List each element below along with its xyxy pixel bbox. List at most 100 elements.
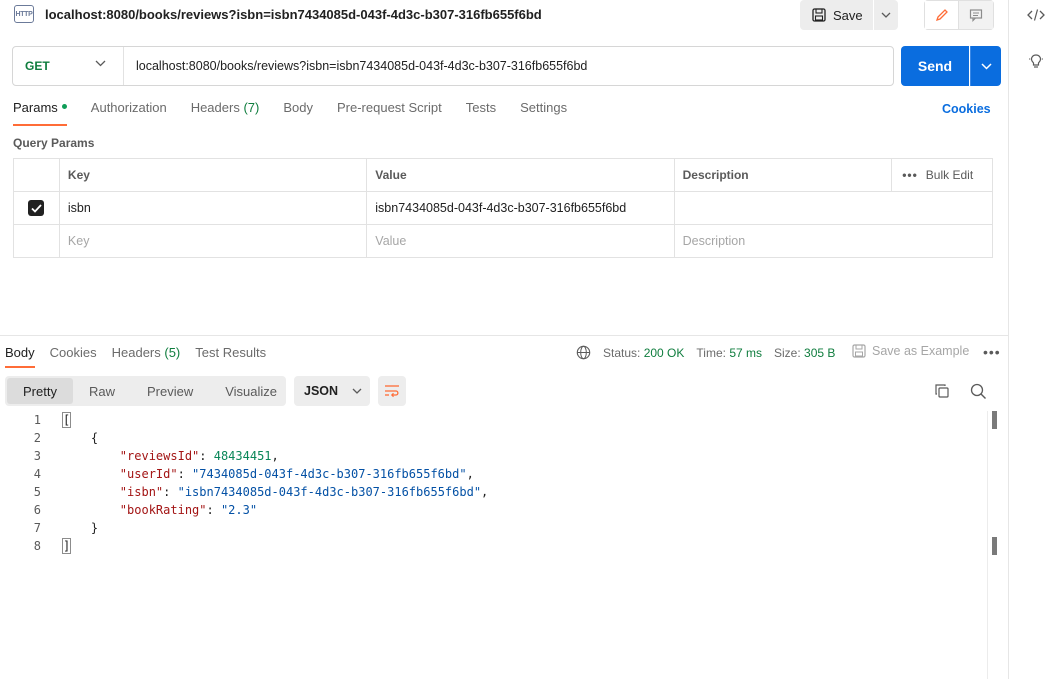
param-value-cell[interactable]: isbn7434085d-043f-4d3c-b307-316fb655f6bd xyxy=(367,192,675,224)
view-raw-button[interactable]: Raw xyxy=(73,378,131,404)
editor-gutter-divider xyxy=(987,411,988,679)
response-tab-cookies[interactable]: Cookies xyxy=(50,345,97,368)
time-indicator[interactable]: Time: 57 ms xyxy=(696,346,762,360)
chevron-down-icon xyxy=(352,388,362,394)
param-enabled-checkbox[interactable] xyxy=(14,192,60,224)
url-input[interactable]: localhost:8080/books/reviews?isbn=isbn74… xyxy=(124,59,587,73)
column-header-key: Key xyxy=(60,159,368,191)
more-options-icon[interactable]: ••• xyxy=(983,344,1001,360)
response-tab-test-results[interactable]: Test Results xyxy=(195,345,266,368)
response-tabs: Body Cookies Headers (5) Test Results xyxy=(5,345,266,368)
line-content: { xyxy=(41,429,98,447)
size-indicator[interactable]: Size: 305 B xyxy=(774,346,835,360)
tab-tests[interactable]: Tests xyxy=(466,100,496,126)
save-button-label: Save xyxy=(833,7,863,23)
checkmark-icon xyxy=(31,203,42,213)
http-request-icon: HTTP xyxy=(14,5,34,23)
json-key: "reviewsId" xyxy=(119,449,200,463)
method-label: GET xyxy=(25,59,50,73)
status-indicator[interactable]: Status: 200 OK xyxy=(603,346,684,360)
tab-settings[interactable]: Settings xyxy=(520,100,567,126)
http-icon-label: HTTP xyxy=(15,10,33,18)
network-info-button[interactable] xyxy=(576,345,591,360)
json-string: "isbn7434085d-043f-4d3c-b307-316fb655f6b… xyxy=(177,485,482,499)
save-as-example-label: Save as Example xyxy=(872,344,970,358)
line-content: "bookRating": "2.3" xyxy=(41,501,257,519)
send-button[interactable]: Send xyxy=(901,46,969,86)
scrollbar-marker-bottom[interactable] xyxy=(992,537,997,555)
param-description-cell[interactable] xyxy=(675,192,992,224)
response-tab-body[interactable]: Body xyxy=(5,345,35,368)
code-line: 6 "bookRating": "2.3" xyxy=(0,501,990,519)
send-options-button[interactable] xyxy=(970,46,1001,86)
params-active-dot xyxy=(61,104,67,110)
response-divider[interactable] xyxy=(0,335,1008,336)
view-visualize-button[interactable]: Visualize xyxy=(209,378,293,404)
line-content: "isbn": "isbn7434085d-043f-4d3c-b307-316… xyxy=(41,483,488,501)
request-title[interactable]: localhost:8080/books/reviews?isbn=isbn74… xyxy=(45,7,542,22)
save-options-button[interactable] xyxy=(874,0,898,30)
url-bar: GET localhost:8080/books/reviews?isbn=is… xyxy=(12,46,894,86)
line-number: 5 xyxy=(33,485,41,499)
code-line: 7 } xyxy=(0,519,990,537)
tab-headers[interactable]: Headers (7) xyxy=(191,100,260,126)
tab-authorization[interactable]: Authorization xyxy=(91,100,167,126)
tab-prerequest-script[interactable]: Pre-request Script xyxy=(337,100,442,126)
line-number: 4 xyxy=(33,467,41,481)
time-label: Time: xyxy=(696,345,726,360)
code-line: 2 { xyxy=(0,429,990,447)
code-snippet-button[interactable] xyxy=(1026,5,1046,25)
empty-checkbox-cell xyxy=(14,225,60,257)
floppy-disk-icon xyxy=(852,344,866,358)
cookies-link[interactable]: Cookies xyxy=(942,102,991,116)
code-line: 1[ xyxy=(0,411,990,429)
json-sep: : xyxy=(177,467,193,481)
context-info-button[interactable] xyxy=(1026,51,1046,71)
status-label: Status: xyxy=(603,345,641,360)
json-string: "7434085d-043f-4d3c-b307-316fb655f6bd" xyxy=(192,467,467,481)
mode-toggle xyxy=(924,0,994,30)
new-description-input[interactable]: Description xyxy=(675,225,992,257)
scrollbar-marker-top[interactable] xyxy=(992,411,997,429)
chevron-down-icon xyxy=(95,60,106,67)
new-key-input[interactable]: Key xyxy=(60,225,368,257)
method-select[interactable]: GET xyxy=(13,47,124,85)
line-number: 7 xyxy=(33,521,41,535)
edit-mode-button[interactable] xyxy=(925,1,959,29)
response-format-select[interactable]: JSON xyxy=(294,376,370,406)
line-content: "userId": "7434085d-043f-4d3c-b307-316fb… xyxy=(41,465,474,483)
param-key-cell[interactable]: isbn xyxy=(60,192,368,224)
response-headers-count: (5) xyxy=(164,345,181,360)
chevron-down-icon xyxy=(980,62,992,70)
tab-headers-label: Headers xyxy=(190,100,240,115)
bulk-edit-button[interactable]: ••• Bulk Edit xyxy=(892,159,992,191)
save-as-example-button[interactable]: Save as Example xyxy=(852,344,969,358)
search-response-button[interactable] xyxy=(970,383,987,403)
checkbox-checked[interactable] xyxy=(28,200,45,216)
tab-params[interactable]: Params xyxy=(13,100,67,126)
size-label: Size: xyxy=(774,345,801,360)
response-view-toggle: Pretty Raw Preview Visualize xyxy=(5,376,286,406)
comments-button[interactable] xyxy=(959,1,993,29)
json-sep: : xyxy=(206,503,221,517)
new-value-input[interactable]: Value xyxy=(367,225,675,257)
response-body-editor[interactable]: 1[ 2 { 3 "reviewsId": 48434451, 4 "userI… xyxy=(0,411,990,555)
more-options-icon[interactable]: ••• xyxy=(902,168,918,182)
json-key: "userId" xyxy=(119,467,178,481)
tab-body[interactable]: Body xyxy=(283,100,313,126)
view-preview-button[interactable]: Preview xyxy=(131,378,209,404)
column-header-description: Description xyxy=(675,159,893,191)
save-button[interactable]: Save xyxy=(800,0,873,30)
view-pretty-button[interactable]: Pretty xyxy=(7,378,73,404)
json-key: "bookRating" xyxy=(119,503,207,517)
json-comma: , xyxy=(481,485,489,499)
code-line: 4 "userId": "7434085d-043f-4d3c-b307-316… xyxy=(0,465,990,483)
json-comma: , xyxy=(466,467,474,481)
response-tab-headers[interactable]: Headers (5) xyxy=(112,345,181,368)
time-value: 57 ms xyxy=(729,345,762,360)
wrap-lines-button[interactable] xyxy=(378,376,406,406)
search-icon xyxy=(970,383,986,399)
copy-response-button[interactable] xyxy=(934,383,950,402)
json-bracket: [ xyxy=(62,412,72,428)
code-icon xyxy=(1027,9,1045,21)
